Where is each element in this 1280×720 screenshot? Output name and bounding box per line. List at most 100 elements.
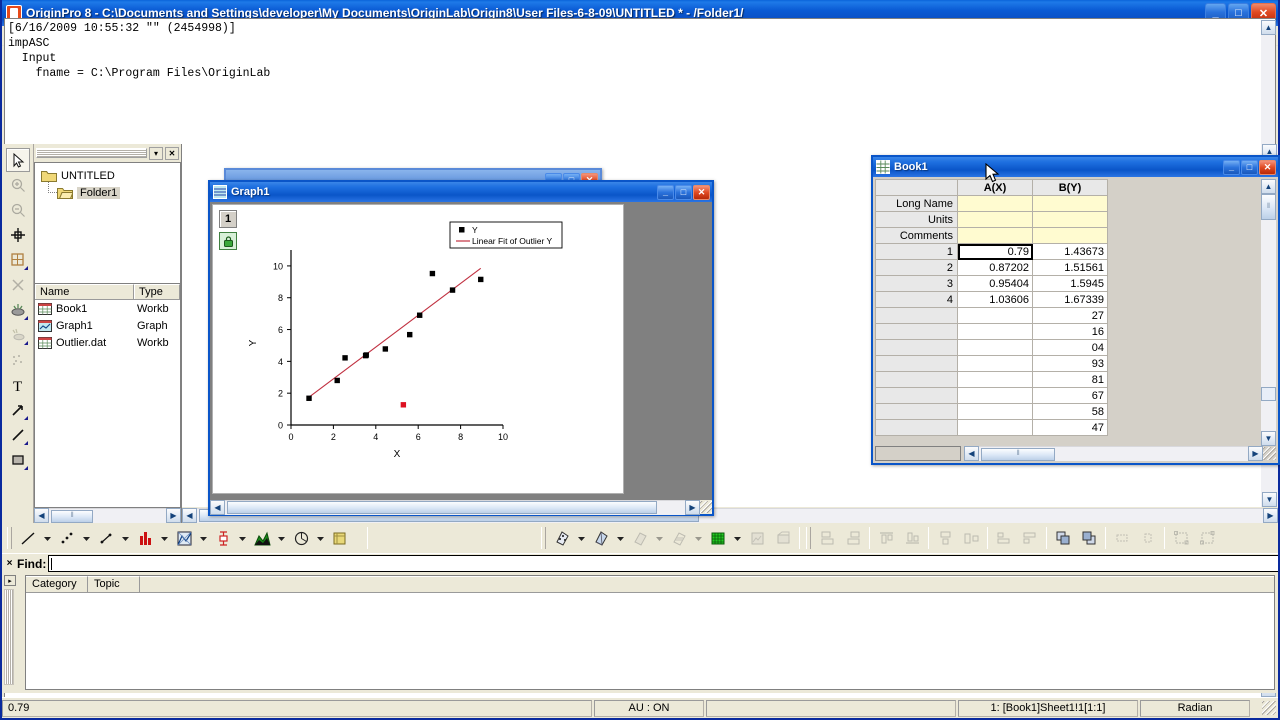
- row-header-3[interactable]: 3: [875, 275, 958, 292]
- line-plot-icon[interactable]: [15, 525, 41, 551]
- 3d-scatter-icon[interactable]: [549, 525, 575, 551]
- data-selector-tool-icon[interactable]: [6, 273, 30, 297]
- column-header-b[interactable]: B(Y): [1032, 179, 1108, 196]
- 3d-bar-dropdown-arrow[interactable]: [653, 525, 666, 551]
- scroll-down-arrow[interactable]: ▼: [1262, 492, 1277, 507]
- scroll-right-arrow[interactable]: ▶: [1263, 507, 1278, 523]
- scroll-up-arrow[interactable]: ▲: [1261, 20, 1276, 35]
- column-header-topic[interactable]: Topic: [88, 576, 140, 592]
- group-objects-icon[interactable]: [1168, 525, 1194, 551]
- cell-a6[interactable]: [957, 323, 1033, 340]
- distribute-h-icon[interactable]: [991, 525, 1017, 551]
- pie-chart-icon[interactable]: [288, 525, 314, 551]
- cell-a12[interactable]: [957, 419, 1033, 436]
- scroll-left-arrow[interactable]: ◀: [964, 446, 979, 461]
- scroll-right-arrow[interactable]: ▶: [685, 499, 700, 515]
- units-a-cell[interactable]: [957, 211, 1033, 228]
- find-splitter-grip[interactable]: [4, 589, 14, 685]
- toolbar-grip[interactable]: [7, 527, 12, 549]
- graph-hscrollbar[interactable]: ◀ ▶: [210, 499, 712, 515]
- cell-b7[interactable]: 04: [1032, 339, 1108, 356]
- row-header-5[interactable]: [875, 307, 958, 324]
- panel-drag-handle[interactable]: [36, 148, 147, 158]
- area-plot-dropdown-arrow[interactable]: [197, 525, 210, 551]
- status-auto-update[interactable]: AU : ON: [594, 699, 704, 717]
- cell-b12[interactable]: 47: [1032, 419, 1108, 436]
- graph-maximize-button[interactable]: □: [675, 184, 692, 200]
- find-close-icon[interactable]: ×: [4, 557, 15, 570]
- column-bar-plot-icon[interactable]: [132, 525, 158, 551]
- cell-b10[interactable]: 67: [1032, 387, 1108, 404]
- meta-label-units[interactable]: Units: [875, 211, 958, 228]
- 3d-bar-icon[interactable]: [627, 525, 653, 551]
- cell-b9[interactable]: 81: [1032, 371, 1108, 388]
- find-expand-button[interactable]: ▸: [4, 575, 16, 586]
- row-header-8[interactable]: [875, 355, 958, 372]
- scroll-left-arrow[interactable]: ◀: [210, 499, 225, 515]
- send-to-back-icon[interactable]: [1076, 525, 1102, 551]
- column-header-type[interactable]: Type: [134, 284, 180, 299]
- graph-minimize-button[interactable]: _: [657, 184, 674, 200]
- meta-label-long-name[interactable]: Long Name: [875, 195, 958, 212]
- panel-dropdown-button[interactable]: ▾: [149, 146, 163, 160]
- arrow-tool-icon[interactable]: [6, 398, 30, 422]
- worksheet-corner-cell[interactable]: [875, 179, 958, 196]
- align-top-icon[interactable]: [873, 525, 899, 551]
- zoom-in-tool-icon[interactable]: [6, 173, 30, 197]
- list-item[interactable]: Book1 Workb: [35, 300, 180, 317]
- align-bottom-icon[interactable]: [899, 525, 925, 551]
- resize-grip[interactable]: [700, 501, 712, 513]
- comments-b-cell[interactable]: [1032, 227, 1108, 244]
- find-results-area[interactable]: Category Topic: [25, 575, 1275, 690]
- scroll-track[interactable]: ⦀: [979, 446, 1248, 461]
- worksheet-table[interactable]: A(X) B(Y) Long Name Units Comments 1 0.7…: [875, 179, 1108, 436]
- box-chart-icon[interactable]: [210, 525, 236, 551]
- image-plot-icon[interactable]: [744, 525, 770, 551]
- scroll-thumb[interactable]: ⦀: [981, 447, 1055, 461]
- 3d-scatter-dropdown-arrow[interactable]: [575, 525, 588, 551]
- cell-a11[interactable]: [957, 403, 1033, 420]
- align-left-icon[interactable]: [814, 525, 840, 551]
- row-header-1[interactable]: 1: [875, 243, 958, 260]
- cell-a10[interactable]: [957, 387, 1033, 404]
- scroll-up-arrow[interactable]: ▲: [1261, 179, 1276, 194]
- scroll-thumb[interactable]: ⦀: [51, 509, 93, 523]
- row-header-9[interactable]: [875, 371, 958, 388]
- scroll-right-arrow[interactable]: ▶: [166, 508, 181, 523]
- book-maximize-button[interactable]: □: [1241, 159, 1258, 175]
- cell-b1[interactable]: 1.43673: [1032, 243, 1108, 260]
- scroll-track[interactable]: [225, 499, 685, 515]
- project-explorer-hscrollbar[interactable]: ◀ ⦀ ▶: [34, 508, 181, 523]
- row-header-2[interactable]: 2: [875, 259, 958, 276]
- row-header-11[interactable]: [875, 403, 958, 420]
- 3d-surface-icon[interactable]: [588, 525, 614, 551]
- book-minimize-button[interactable]: _: [1223, 159, 1240, 175]
- column-header-name[interactable]: Name: [35, 284, 134, 299]
- cell-a3[interactable]: 0.95404: [957, 275, 1033, 292]
- 3d-wire-icon[interactable]: [666, 525, 692, 551]
- worksheet-grid[interactable]: A(X) B(Y) Long Name Units Comments 1 0.7…: [875, 179, 1261, 446]
- regional-mask-tool-icon[interactable]: [6, 298, 30, 322]
- zoom-out-tool-icon[interactable]: [6, 198, 30, 222]
- book-close-button[interactable]: ✕: [1259, 159, 1276, 175]
- scroll-track[interactable]: ⦀: [49, 508, 166, 523]
- row-header-6[interactable]: [875, 323, 958, 340]
- cell-b8[interactable]: 93: [1032, 355, 1108, 372]
- column-plot-dropdown-arrow[interactable]: [158, 525, 171, 551]
- scroll-down-arrow[interactable]: ▼: [1261, 431, 1276, 446]
- toolbar-grip[interactable]: [541, 527, 546, 549]
- tree-node-untitled[interactable]: UNTITLED: [41, 167, 180, 184]
- find-input[interactable]: [48, 555, 1278, 572]
- row-header-12[interactable]: [875, 419, 958, 436]
- fill-area-plot-icon[interactable]: [249, 525, 275, 551]
- line-symbol-dropdown-arrow[interactable]: [119, 525, 132, 551]
- scroll-thumb[interactable]: ⦀: [1261, 194, 1276, 220]
- scatter-plot-icon[interactable]: [54, 525, 80, 551]
- pointer-tool-icon[interactable]: [5, 148, 30, 172]
- sheet-tab-area[interactable]: [875, 446, 961, 461]
- pie-chart-dropdown-arrow[interactable]: [314, 525, 327, 551]
- row-header-4[interactable]: 4: [875, 291, 958, 308]
- contour-plot-icon[interactable]: [705, 525, 731, 551]
- worksheet-hscrollbar-row[interactable]: ◀ ⦀ ▶: [875, 446, 1276, 461]
- cell-a9[interactable]: [957, 371, 1033, 388]
